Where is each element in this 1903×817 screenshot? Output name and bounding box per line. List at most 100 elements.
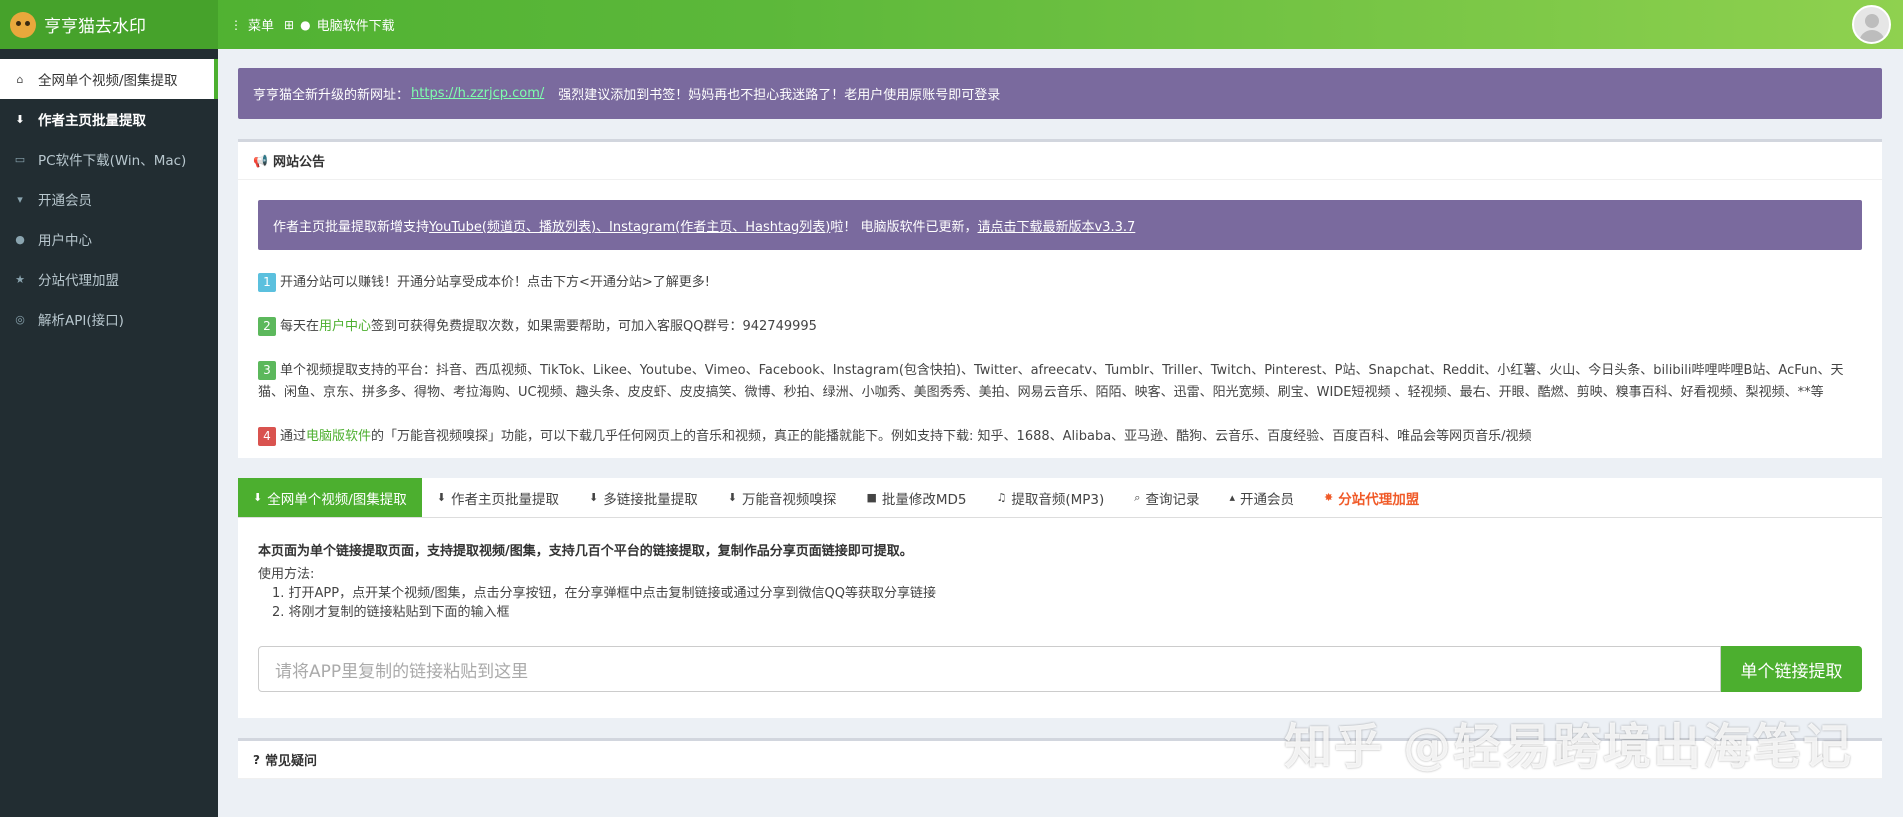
sidebar-item-batch-extract[interactable]: ⬇ 作者主页批量提取 [0, 99, 218, 139]
banner-text-1: 作者主页批量提取新增支持 [273, 219, 430, 235]
desktop-icon: ▭ [14, 152, 26, 166]
music-icon: ♫ [996, 491, 1007, 504]
sidebar-item-label: 分站代理加盟 [38, 273, 119, 289]
sidebar-item-label: 解析API(接口) [38, 313, 124, 329]
tab-label: 分站代理加盟 [1338, 491, 1420, 508]
number-badge: 1 [258, 273, 276, 292]
extract-button[interactable]: 单个链接提取 [1721, 646, 1862, 692]
new-url-link[interactable]: https://h.zzrjcp.com/ [411, 86, 544, 101]
tab-records[interactable]: ⌕ 查询记录 [1119, 478, 1214, 517]
pc-download-label: 电脑软件下载 [316, 19, 395, 34]
video-camera-icon: ■ [866, 491, 877, 504]
notice-text: 签到可获得免费提取次数，如果需要帮助，可加入客服QQ群号：942749995 [371, 319, 817, 334]
extract-panel: ⬇ 全网单个视频/图集提取 ⬇ 作者主页批量提取 ⬇ 多链接批量提取 ⬇ 万能音视频嗅探… [238, 478, 1882, 718]
brand[interactable]: 亨亨猫去水印 [0, 0, 218, 49]
sidebar-item-pc-download[interactable]: ▭ PC软件下载(Win、Mac) [0, 139, 218, 179]
number-badge: 4 [258, 427, 276, 446]
extract-intro: 本页面为单个链接提取页面，支持提取视频/图集，支持几百个平台的链接提取，复制作品… [258, 544, 913, 559]
brand-title: 亨亨猫去水印 [44, 17, 146, 37]
menu-toggle[interactable]: ⋮ 菜单 [230, 15, 275, 35]
download-icon: ⬇ [589, 491, 599, 504]
pc-download-link[interactable]: ⊞ ● 电脑软件下载 [284, 15, 395, 35]
usage-steps: 1. 打开APP，点开某个视频/图集，点击分享按钮，在分享弹框中点击复制链接或通… [258, 584, 1862, 622]
tab-bar: ⬇ 全网单个视频/图集提取 ⬇ 作者主页批量提取 ⬇ 多链接批量提取 ⬇ 万能音视频嗅探… [238, 478, 1882, 518]
tab-membership[interactable]: ▴ 开通会员 [1214, 478, 1309, 517]
update-banner: 作者主页批量提取新增支持 YouTube(频道页、播放列表)、Instagram… [258, 200, 1862, 250]
tab-single-extract[interactable]: ⬇ 全网单个视频/图集提取 [238, 478, 422, 517]
notice-text: 每天在 [280, 319, 320, 334]
tab-label: 万能音视频嗅探 [741, 491, 837, 508]
notice-body: 作者主页批量提取新增支持 YouTube(频道页、播放列表)、Instagram… [238, 180, 1882, 458]
user-center-link[interactable]: 用户中心 [319, 319, 371, 334]
notice-title: 网站公告 [272, 155, 325, 170]
banner-download-link[interactable]: 请点击下载最新版本v3.3.7 [978, 216, 1136, 235]
notice-line-3: 3 单个视频提取支持的平台：抖音、西瓜视频、TikTok、Likee、Youtub… [258, 360, 1862, 404]
usage-step: 2. 将刚才复制的链接粘贴到下面的输入框 [272, 605, 510, 620]
notice-text: 单个视频提取支持的平台：抖音、西瓜视频、TikTok、Likee、Youtube… [258, 363, 1844, 400]
thumbs-up-icon: ▴ [1229, 491, 1235, 504]
apple-icon: ● [300, 17, 311, 32]
tab-md5[interactable]: ■ 批量修改MD5 [851, 478, 981, 517]
new-url-alert: 亨亨猫全新升级的新网址： https://h.zzrjcp.com/ 强烈建议添… [238, 68, 1882, 119]
logo-icon [10, 11, 36, 38]
menu-label: 菜单 [248, 19, 275, 34]
download-icon: ⬇ [727, 491, 737, 504]
link-input[interactable]: 请将APP里复制的链接粘贴到这里 [258, 646, 1721, 692]
avatar[interactable] [1852, 5, 1891, 44]
sun-icon: ✸ [1323, 491, 1334, 504]
notice-line-4: 4 通过电脑版软件的「万能音视频嗅探」功能，可以下载几乎任何网页上的音乐和视频，真… [258, 426, 1862, 448]
notice-text: 通过 [280, 429, 307, 444]
faq-title: 常见疑问 [264, 754, 317, 769]
sidebar-item-user-center[interactable]: ● 用户中心 [0, 219, 218, 259]
notice-text: 的「万能音视频嗅探」功能，可以下载几乎任何网页上的音乐和视频，真正的能播就能下。… [371, 429, 1532, 444]
number-badge: 3 [258, 361, 276, 380]
notice-text: 开通分站可以赚钱！开通分站享受成本价！点击下方<开通分站>了解更多! [280, 275, 710, 290]
sidebar: ⌂ 全网单个视频/图集提取 ⬇ 作者主页批量提取 ▭ PC软件下载(Win、Ma… [0, 49, 218, 817]
tab-sniffer[interactable]: ⬇ 万能音视频嗅探 [713, 478, 852, 517]
pc-software-link[interactable]: 电脑版软件 [306, 429, 371, 444]
windows-icon: ⊞ [284, 17, 295, 32]
usage-block: 使用方法: 1. 打开APP，点开某个视频/图集，点击分享按钮，在分享弹框中点击… [258, 565, 1862, 622]
sidebar-item-api[interactable]: ◎ 解析API(接口) [0, 299, 218, 339]
top-nav: ⋮ 菜单 ⊞ ● 电脑软件下载 [230, 15, 405, 35]
watermark: 知乎 @轻易跨境出海笔记 [1284, 719, 1853, 775]
tab-batch-extract[interactable]: ⬇ 作者主页批量提取 [422, 478, 574, 517]
usage-title: 使用方法: [258, 567, 315, 582]
bullhorn-icon: 📢 [253, 153, 268, 168]
alert-prefix: 亨亨猫全新升级的新网址： [253, 88, 410, 103]
github-icon: ◎ [15, 312, 25, 326]
tab-label: 全网单个视频/图集提取 [267, 491, 407, 508]
tab-audio[interactable]: ♫ 提取音频(MP3) [981, 478, 1119, 517]
sidebar-item-label: 用户中心 [38, 233, 92, 249]
menu-icon: ⋮ [230, 17, 242, 32]
sidebar-item-label: 全网单个视频/图集提取 [38, 73, 178, 89]
main-content: 亨亨猫全新升级的新网址： https://h.zzrjcp.com/ 强烈建议添… [238, 68, 1882, 779]
notice-header: 📢 网站公告 [238, 142, 1882, 180]
banner-batch-link[interactable]: YouTube(频道页、播放列表)、Instagram(作者主页、Hashtag… [429, 216, 830, 235]
tab-agent[interactable]: ✸ 分站代理加盟 [1309, 478, 1434, 517]
tab-label: 多链接批量提取 [603, 491, 698, 508]
alert-suffix: 强烈建议添加到书签！妈妈再也不担心我迷路了！老用户使用原账号即可登录 [558, 88, 1001, 103]
sidebar-item-agent[interactable]: ★ 分站代理加盟 [0, 259, 218, 299]
tab-multi-link[interactable]: ⬇ 多链接批量提取 [574, 478, 713, 517]
tab-label: 作者主页批量提取 [451, 491, 559, 508]
thumbs-down-icon: ▾ [17, 192, 23, 206]
home-icon: ⌂ [16, 72, 24, 86]
download-icon: ⬇ [15, 112, 25, 126]
sidebar-item-label: PC软件下载(Win、Mac) [38, 153, 187, 169]
sidebar-item-label: 开通会员 [38, 193, 92, 209]
sidebar-item-single-extract[interactable]: ⌂ 全网单个视频/图集提取 [0, 59, 218, 99]
tab-content: 本页面为单个链接提取页面，支持提取视频/图集，支持几百个平台的链接提取，复制作品… [238, 518, 1882, 718]
notice-box: 📢 网站公告 作者主页批量提取新增支持 YouTube(频道页、播放列表)、In… [238, 139, 1882, 458]
question-icon: ? [253, 752, 260, 767]
user-icon: ● [15, 232, 25, 246]
sidebar-item-label: 作者主页批量提取 [38, 113, 146, 129]
download-icon: ⬇ [253, 491, 263, 504]
tab-label: 开通会员 [1239, 491, 1294, 508]
extract-form: 请将APP里复制的链接粘贴到这里 单个链接提取 [258, 646, 1862, 692]
sidebar-item-membership[interactable]: ▾ 开通会员 [0, 179, 218, 219]
tab-label: 提取音频(MP3) [1011, 491, 1105, 508]
top-header: 亨亨猫去水印 ⋮ 菜单 ⊞ ● 电脑软件下载 [0, 0, 1903, 49]
tab-label: 批量修改MD5 [881, 491, 967, 508]
banner-text-2: 啦！ 电脑版软件已更新， [830, 219, 978, 235]
